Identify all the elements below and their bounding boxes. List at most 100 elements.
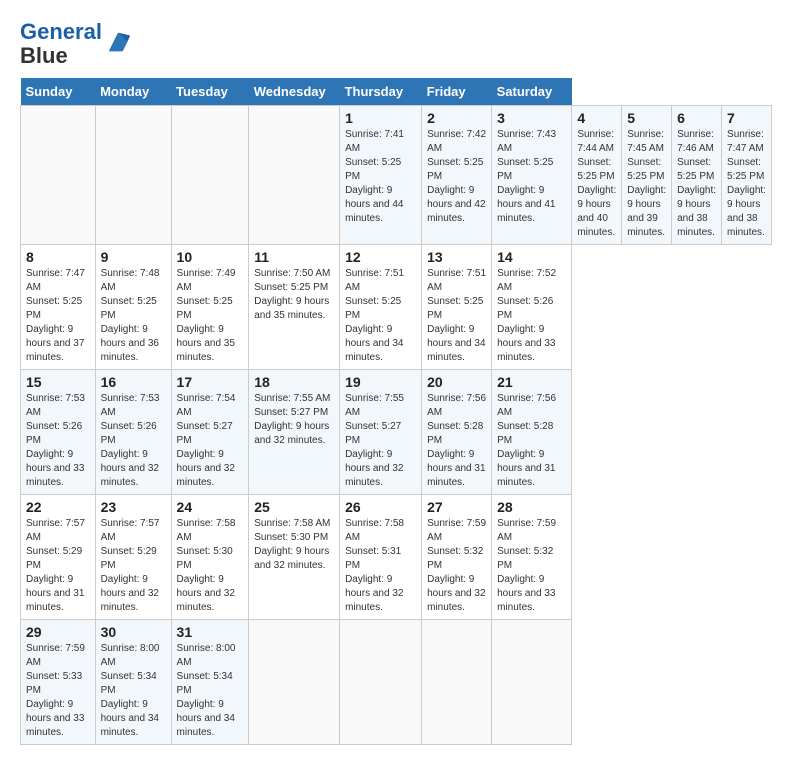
calendar-week-row: 15Sunrise: 7:53 AMSunset: 5:26 PMDayligh… bbox=[21, 370, 772, 495]
day-info: Sunrise: 7:51 AMSunset: 5:25 PMDaylight:… bbox=[427, 267, 486, 365]
calendar-cell: 22 Sunrise: 7:57 AMSunset: 5:29 PMDayligh… bbox=[21, 495, 96, 620]
weekday-header-saturday: Saturday bbox=[492, 78, 572, 106]
calendar-cell: 28 Sunrise: 7:59 AMSunset: 5:32 PMDayligh… bbox=[492, 495, 572, 620]
day-number: 25 bbox=[254, 499, 334, 515]
calendar-cell bbox=[340, 620, 422, 745]
logo-icon bbox=[104, 28, 132, 56]
calendar-week-row: 29 Sunrise: 7:59 AMSunset: 5:33 PMDayligh… bbox=[21, 620, 772, 745]
calendar-week-row: 1Sunrise: 7:41 AMSunset: 5:25 PMDaylight… bbox=[21, 106, 772, 245]
calendar-cell: 13 Sunrise: 7:51 AMSunset: 5:25 PMDayligh… bbox=[422, 245, 492, 370]
calendar-cell: 15Sunrise: 7:53 AMSunset: 5:26 PMDayligh… bbox=[21, 370, 96, 495]
calendar-cell: 14Sunrise: 7:52 AMSunset: 5:26 PMDayligh… bbox=[492, 245, 572, 370]
day-number: 6 bbox=[677, 110, 716, 126]
calendar-cell: 9Sunrise: 7:48 AMSunset: 5:25 PMDaylight… bbox=[95, 245, 171, 370]
day-number: 8 bbox=[26, 249, 90, 265]
day-info: Sunrise: 7:47 AMSunset: 5:25 PMDaylight:… bbox=[727, 128, 766, 240]
day-number: 12 bbox=[345, 249, 416, 265]
day-number: 18 bbox=[254, 374, 334, 390]
calendar-cell: 31 Sunrise: 8:00 AMSunset: 5:34 PMDayligh… bbox=[171, 620, 249, 745]
day-number: 31 bbox=[177, 624, 244, 640]
day-number: 4 bbox=[577, 110, 616, 126]
weekday-header-tuesday: Tuesday bbox=[171, 78, 249, 106]
day-info: Sunrise: 7:44 AMSunset: 5:25 PMDaylight:… bbox=[577, 128, 616, 240]
day-info: Sunrise: 7:55 AMSunset: 5:27 PMDaylight:… bbox=[254, 392, 334, 448]
weekday-header-sunday: Sunday bbox=[21, 78, 96, 106]
day-info: Sunrise: 7:49 AMSunset: 5:25 PMDaylight:… bbox=[177, 267, 244, 365]
day-number: 28 bbox=[497, 499, 566, 515]
day-number: 17 bbox=[177, 374, 244, 390]
day-info: Sunrise: 7:56 AMSunset: 5:28 PMDaylight:… bbox=[497, 392, 566, 490]
calendar-cell: 6 Sunrise: 7:46 AMSunset: 5:25 PMDaylight… bbox=[672, 106, 722, 245]
day-info: Sunrise: 7:46 AMSunset: 5:25 PMDaylight:… bbox=[677, 128, 716, 240]
calendar-cell bbox=[249, 106, 340, 245]
calendar-cell: 7 Sunrise: 7:47 AMSunset: 5:25 PMDaylight… bbox=[722, 106, 772, 245]
calendar-cell: 23Sunrise: 7:57 AMSunset: 5:29 PMDayligh… bbox=[95, 495, 171, 620]
day-info: Sunrise: 7:50 AMSunset: 5:25 PMDaylight:… bbox=[254, 267, 334, 323]
day-info: Sunrise: 7:58 AMSunset: 5:30 PMDaylight:… bbox=[254, 517, 334, 573]
calendar-cell: 19 Sunrise: 7:55 AMSunset: 5:27 PMDayligh… bbox=[340, 370, 422, 495]
day-info: Sunrise: 7:59 AMSunset: 5:32 PMDaylight:… bbox=[497, 517, 566, 615]
calendar-cell: 25 Sunrise: 7:58 AMSunset: 5:30 PMDayligh… bbox=[249, 495, 340, 620]
calendar-cell: 18 Sunrise: 7:55 AMSunset: 5:27 PMDayligh… bbox=[249, 370, 340, 495]
day-number: 5 bbox=[627, 110, 666, 126]
calendar-cell: 4 Sunrise: 7:44 AMSunset: 5:25 PMDaylight… bbox=[572, 106, 622, 245]
day-number: 16 bbox=[101, 374, 166, 390]
day-number: 24 bbox=[177, 499, 244, 515]
calendar-cell: 20Sunrise: 7:56 AMSunset: 5:28 PMDayligh… bbox=[422, 370, 492, 495]
calendar-cell: 27 Sunrise: 7:59 AMSunset: 5:32 PMDayligh… bbox=[422, 495, 492, 620]
calendar-cell: 3 Sunrise: 7:43 AMSunset: 5:25 PMDaylight… bbox=[492, 106, 572, 245]
day-info: Sunrise: 7:55 AMSunset: 5:27 PMDaylight:… bbox=[345, 392, 416, 490]
calendar-cell: 5 Sunrise: 7:45 AMSunset: 5:25 PMDaylight… bbox=[622, 106, 672, 245]
day-info: Sunrise: 7:51 AMSunset: 5:25 PMDaylight:… bbox=[345, 267, 416, 365]
calendar-cell: 26Sunrise: 7:58 AMSunset: 5:31 PMDayligh… bbox=[340, 495, 422, 620]
calendar-cell: 30 Sunrise: 8:00 AMSunset: 5:34 PMDayligh… bbox=[95, 620, 171, 745]
day-number: 2 bbox=[427, 110, 486, 126]
calendar-cell: 12 Sunrise: 7:51 AMSunset: 5:25 PMDayligh… bbox=[340, 245, 422, 370]
day-number: 7 bbox=[727, 110, 766, 126]
day-number: 29 bbox=[26, 624, 90, 640]
day-info: Sunrise: 8:00 AMSunset: 5:34 PMDaylight:… bbox=[177, 642, 244, 740]
day-info: Sunrise: 7:43 AMSunset: 5:25 PMDaylight:… bbox=[497, 128, 566, 226]
weekday-header-wednesday: Wednesday bbox=[249, 78, 340, 106]
day-info: Sunrise: 7:58 AMSunset: 5:30 PMDaylight:… bbox=[177, 517, 244, 615]
day-info: Sunrise: 7:54 AMSunset: 5:27 PMDaylight:… bbox=[177, 392, 244, 490]
day-info: Sunrise: 7:59 AMSunset: 5:33 PMDaylight:… bbox=[26, 642, 90, 740]
calendar-cell bbox=[95, 106, 171, 245]
calendar-cell: 29 Sunrise: 7:59 AMSunset: 5:33 PMDayligh… bbox=[21, 620, 96, 745]
day-info: Sunrise: 7:59 AMSunset: 5:32 PMDaylight:… bbox=[427, 517, 486, 615]
weekday-header-thursday: Thursday bbox=[340, 78, 422, 106]
calendar-table: SundayMondayTuesdayWednesdayThursdayFrid… bbox=[20, 78, 772, 745]
calendar-cell bbox=[171, 106, 249, 245]
logo: GeneralBlue bbox=[20, 20, 132, 68]
calendar-cell: 10Sunrise: 7:49 AMSunset: 5:25 PMDayligh… bbox=[171, 245, 249, 370]
day-number: 22 bbox=[26, 499, 90, 515]
day-number: 23 bbox=[101, 499, 166, 515]
day-info: Sunrise: 8:00 AMSunset: 5:34 PMDaylight:… bbox=[101, 642, 166, 740]
calendar-cell: 17 Sunrise: 7:54 AMSunset: 5:27 PMDayligh… bbox=[171, 370, 249, 495]
calendar-cell: 1Sunrise: 7:41 AMSunset: 5:25 PMDaylight… bbox=[340, 106, 422, 245]
calendar-cell: 24 Sunrise: 7:58 AMSunset: 5:30 PMDayligh… bbox=[171, 495, 249, 620]
calendar-cell bbox=[492, 620, 572, 745]
day-number: 21 bbox=[497, 374, 566, 390]
calendar-cell bbox=[249, 620, 340, 745]
weekday-header-friday: Friday bbox=[422, 78, 492, 106]
calendar-cell bbox=[422, 620, 492, 745]
day-number: 3 bbox=[497, 110, 566, 126]
day-info: Sunrise: 7:45 AMSunset: 5:25 PMDaylight:… bbox=[627, 128, 666, 240]
day-info: Sunrise: 7:56 AMSunset: 5:28 PMDaylight:… bbox=[427, 392, 486, 490]
calendar-week-row: 8 Sunrise: 7:47 AMSunset: 5:25 PMDaylight… bbox=[21, 245, 772, 370]
calendar-cell: 16Sunrise: 7:53 AMSunset: 5:26 PMDayligh… bbox=[95, 370, 171, 495]
day-number: 13 bbox=[427, 249, 486, 265]
day-number: 19 bbox=[345, 374, 416, 390]
day-number: 30 bbox=[101, 624, 166, 640]
day-number: 27 bbox=[427, 499, 486, 515]
day-info: Sunrise: 7:48 AMSunset: 5:25 PMDaylight:… bbox=[101, 267, 166, 365]
day-info: Sunrise: 7:47 AMSunset: 5:25 PMDaylight:… bbox=[26, 267, 90, 365]
logo-text: GeneralBlue bbox=[20, 20, 102, 68]
calendar-cell: 8 Sunrise: 7:47 AMSunset: 5:25 PMDaylight… bbox=[21, 245, 96, 370]
calendar-cell bbox=[21, 106, 96, 245]
day-number: 14 bbox=[497, 249, 566, 265]
day-info: Sunrise: 7:57 AMSunset: 5:29 PMDaylight:… bbox=[26, 517, 90, 615]
calendar-week-row: 22 Sunrise: 7:57 AMSunset: 5:29 PMDayligh… bbox=[21, 495, 772, 620]
page-header: GeneralBlue bbox=[20, 20, 772, 68]
